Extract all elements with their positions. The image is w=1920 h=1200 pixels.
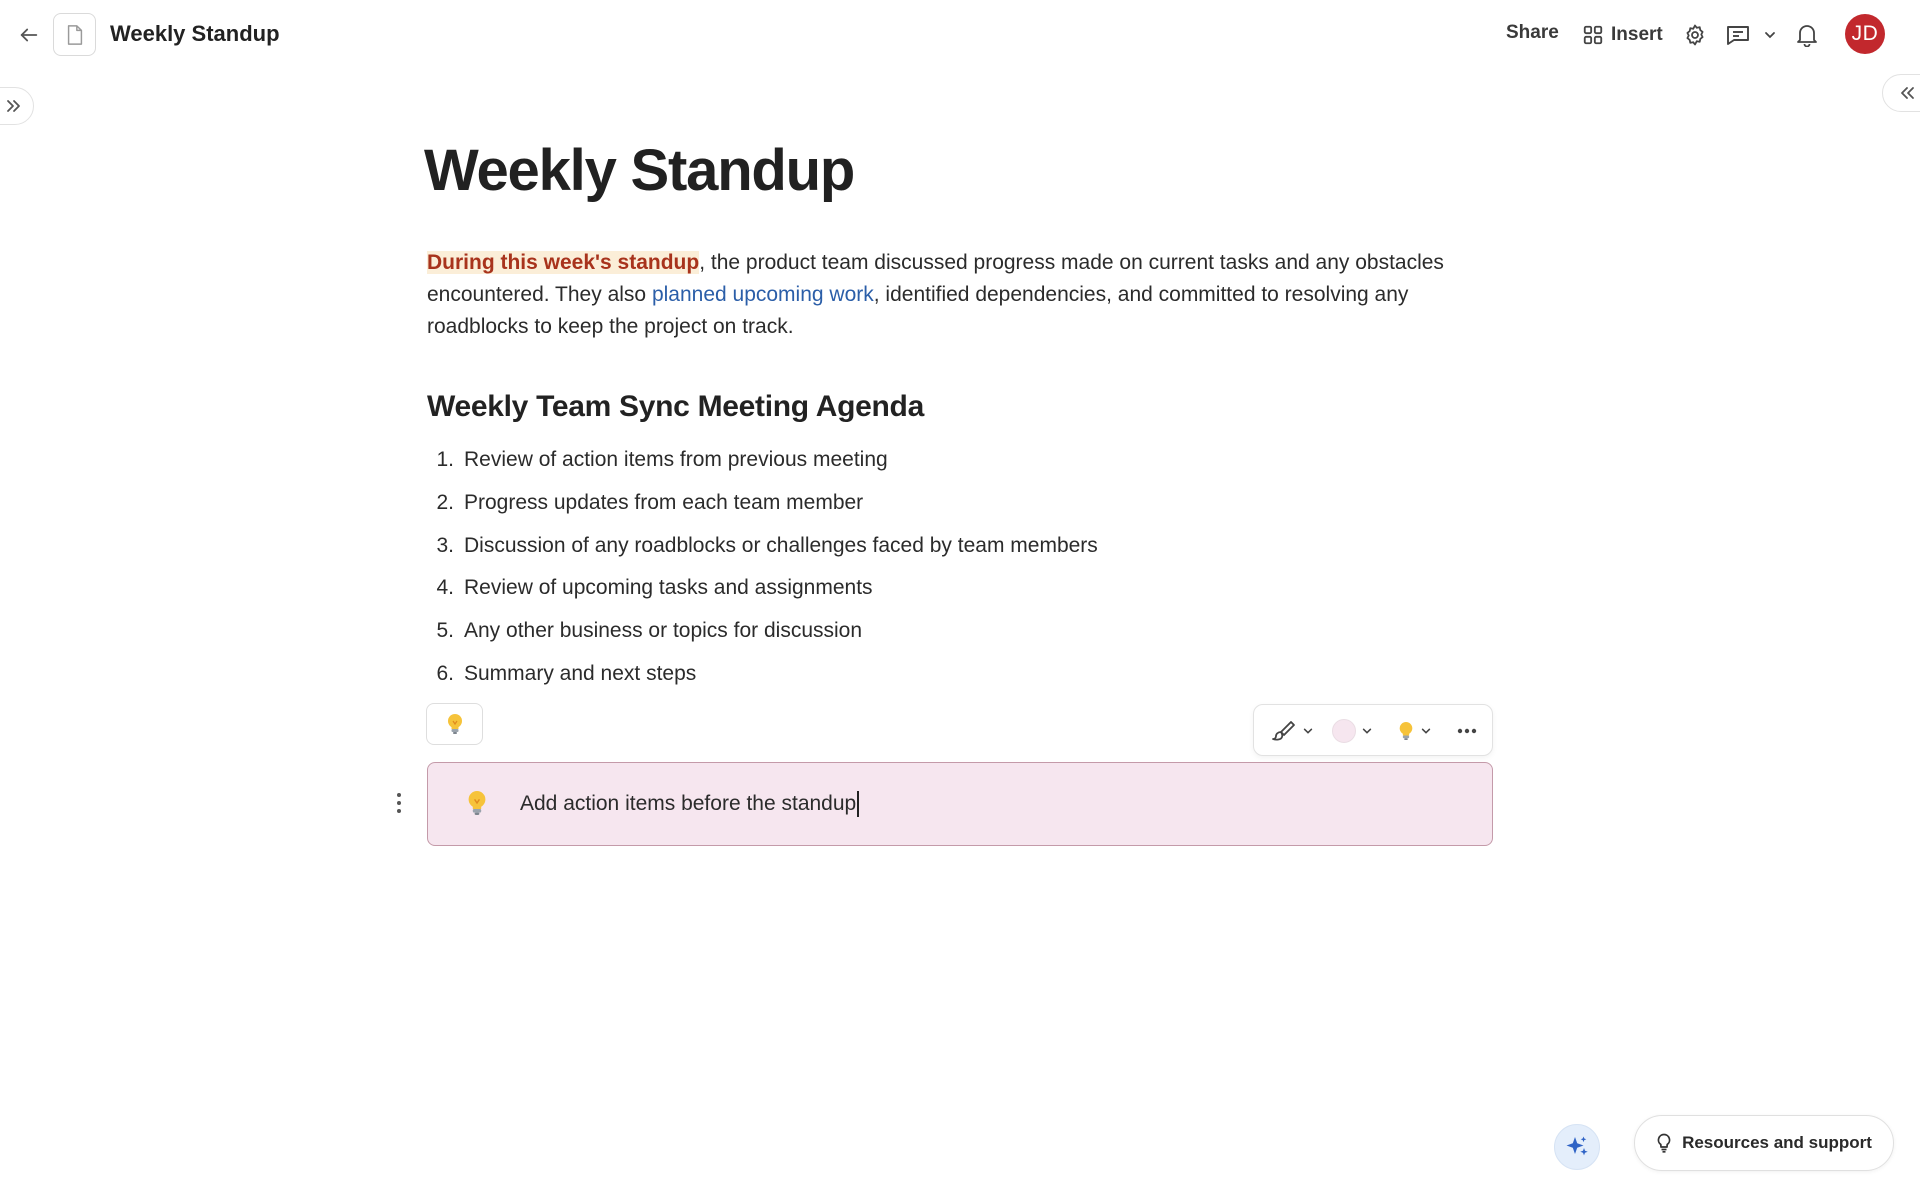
chevrons-left-icon [1901,87,1914,99]
list-item[interactable]: 5. Any other business or topics for discu… [427,610,1427,653]
drag-dot [397,809,401,813]
gear-icon [1686,24,1704,46]
comments-dropdown[interactable] [1756,20,1784,50]
expand-left-sidebar-button[interactable] [0,87,34,125]
list-number: 3. [436,533,454,557]
agenda-heading[interactable]: Weekly Team Sync Meeting Agenda [427,387,924,427]
chevron-down-icon [1303,728,1313,734]
callout-emoji[interactable] [463,787,491,819]
callout-toolbar [1253,704,1493,756]
top-bar: Weekly Standup Share Insert JD [0,0,1920,68]
list-item[interactable]: 4. Review of upcoming tasks and assignmen… [427,567,1427,610]
expand-right-sidebar-button[interactable] [1882,74,1920,112]
list-item-text: Discussion of any roadblocks or challeng… [464,533,1098,557]
list-number: 2. [436,491,454,515]
list-item-text: Review of action items from previous mee… [464,448,888,472]
callout-emoji-picker[interactable] [426,703,483,745]
document-icon [67,24,82,45]
callout-text-field[interactable]: Add action items before the standup [520,791,859,818]
lightbulb-icon [447,714,462,734]
drag-dot [397,801,401,805]
more-options-button[interactable] [1457,716,1477,746]
list-number: 6. [436,661,454,685]
sparkles-icon [1566,1136,1588,1156]
document-title[interactable]: Weekly Standup [110,20,280,48]
callout-color-button[interactable] [1332,716,1373,746]
callout-block[interactable]: Add action items before the standup [427,762,1493,846]
insert-button[interactable]: Insert [1582,21,1663,49]
block-drag-handle[interactable] [392,790,406,816]
settings-button[interactable] [1680,20,1710,50]
resources-label: Resources and support [1682,1133,1872,1152]
back-button[interactable] [14,20,44,50]
drag-dot [397,793,401,797]
agenda-list: 1. Review of action items from previous m… [427,439,1427,695]
list-item[interactable]: 6. Summary and next steps [427,652,1427,695]
list-item-text: Any other business or topics for discuss… [464,619,863,643]
list-number: 5. [436,619,454,643]
lightbulb-icon [468,791,486,815]
planned-work-link[interactable]: planned upcoming work [652,283,874,306]
callout-icon-button[interactable] [1397,716,1432,746]
list-item[interactable]: 3. Discussion of any roadblocks or challe… [427,524,1427,567]
share-button[interactable]: Share [1506,22,1559,44]
lightbulb-outline-icon [1657,1133,1671,1153]
page-title[interactable]: Weekly Standup [424,136,855,206]
list-item-text: Review of upcoming tasks and assignments [464,576,873,600]
user-avatar[interactable]: JD [1845,14,1885,54]
resources-support-button[interactable]: Resources and support [1634,1115,1894,1171]
chevron-down-icon [1765,32,1775,39]
intro-paragraph[interactable]: During this week's standup, the product … [427,247,1507,343]
highlighted-text: During this week's standup [427,251,700,274]
more-horizontal-icon [1457,728,1477,734]
comments-button[interactable] [1723,20,1753,50]
list-item[interactable]: 2. Progress updates from each team member [427,482,1427,525]
ai-assistant-button[interactable] [1554,1124,1600,1170]
insert-label: Insert [1611,24,1663,45]
arrow-left-icon [20,28,38,42]
notifications-button[interactable] [1792,20,1822,50]
color-swatch [1332,719,1356,743]
callout-style-button[interactable] [1271,716,1314,746]
list-item-text: Progress updates from each team member [464,491,864,515]
callout-text: Add action items before the standup [520,792,857,815]
lightbulb-icon [1399,722,1413,740]
list-number: 4. [436,576,454,600]
text-cursor [857,791,859,818]
bell-icon [1797,25,1817,47]
grid-icon [1583,25,1603,45]
list-item[interactable]: 1. Review of action items from previous m… [427,439,1427,482]
chevron-down-icon [1362,728,1372,734]
comment-icon [1727,26,1749,45]
chevron-down-icon [1421,728,1431,734]
list-item-text: Summary and next steps [464,661,697,685]
page-icon-button[interactable] [53,13,96,56]
chevrons-right-icon [7,100,20,112]
paint-brush-icon [1272,721,1295,741]
list-number: 1. [436,448,454,472]
